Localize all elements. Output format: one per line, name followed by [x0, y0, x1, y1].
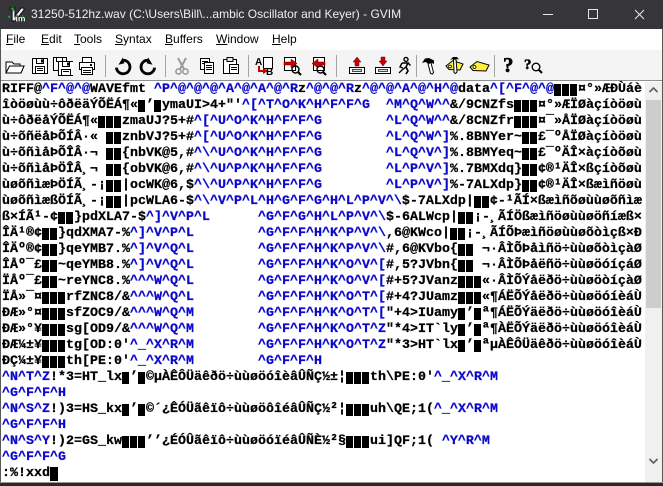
svg-text:?: ? [524, 57, 532, 73]
svg-text:?: ? [503, 55, 514, 75]
svg-text:B: B [266, 67, 273, 76]
svg-text:im: im [16, 14, 26, 24]
